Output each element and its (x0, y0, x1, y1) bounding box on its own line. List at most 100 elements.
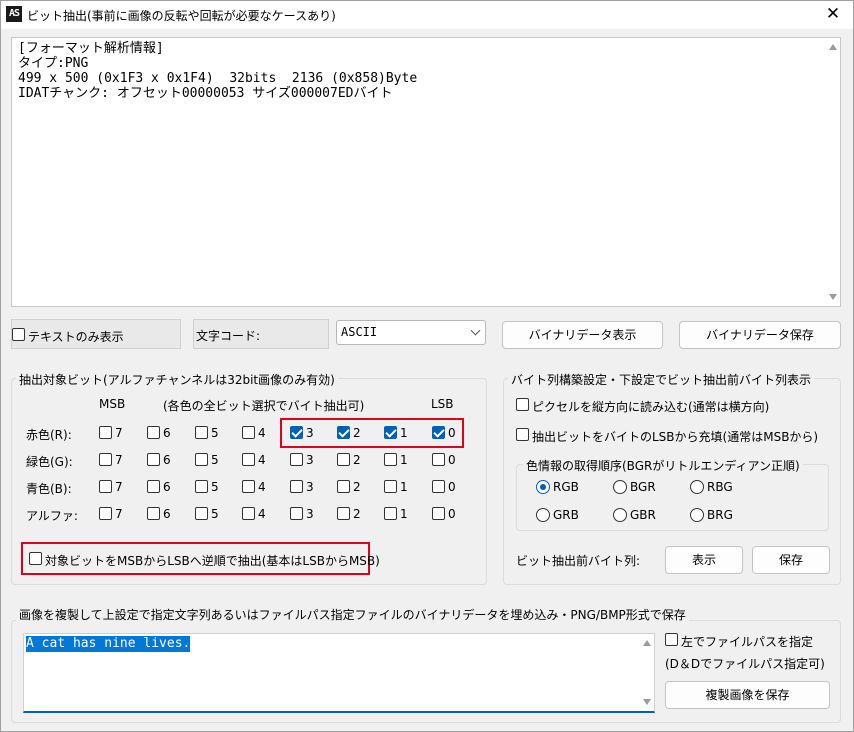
bit-check[interactable] (195, 480, 208, 493)
bit-check[interactable] (290, 453, 303, 466)
bit-check[interactable] (242, 453, 255, 466)
byte-settings-title: バイト列構築設定・下設定でビット抽出前バイト列表示 (508, 371, 815, 388)
binary-save-button[interactable]: バイナリデータ保存 (679, 321, 841, 349)
bit-check[interactable] (242, 480, 255, 493)
bit-label: 4 (258, 507, 266, 521)
radio-button[interactable] (536, 480, 550, 494)
bit-check[interactable] (242, 507, 255, 520)
bit-check[interactable] (99, 507, 112, 520)
scroll-up-icon[interactable] (829, 44, 837, 50)
bit-label: 3 (306, 480, 314, 494)
bit-check[interactable] (384, 480, 397, 493)
save-copy-image-button[interactable]: 複製画像を保存 (665, 681, 830, 709)
scroll-down-icon[interactable] (829, 294, 837, 300)
vertical-read-check[interactable] (516, 398, 529, 411)
char-code-select[interactable]: ASCII (336, 320, 486, 345)
bit-check[interactable] (147, 453, 160, 466)
extract-hint: (各色の全ビット選択でバイト抽出可) (163, 399, 365, 413)
char-code-label: 文字コード: (196, 329, 261, 343)
bit-label: 2 (353, 453, 361, 467)
bit-check[interactable] (99, 480, 112, 493)
bit-check[interactable] (337, 480, 350, 493)
bit-check[interactable] (384, 453, 397, 466)
text-only-panel: テキストのみ表示 (11, 319, 181, 349)
bit-label: 1 (400, 507, 408, 521)
radio-button[interactable] (613, 480, 627, 494)
bit-check[interactable] (384, 507, 397, 520)
bit-check[interactable] (195, 426, 208, 439)
radio-button[interactable] (613, 508, 627, 522)
scroll-up-icon[interactable] (643, 640, 651, 646)
pre-extract-save-button[interactable]: 保存 (752, 546, 830, 574)
bit-check[interactable] (147, 426, 160, 439)
bit-check[interactable] (432, 507, 445, 520)
text-only-check[interactable] (12, 328, 25, 341)
char-code-value: ASCII (341, 325, 378, 339)
bit-label: 3 (306, 453, 314, 467)
bit-label: 7 (115, 507, 123, 521)
vertical-read-label: ピクセルを縦方向に読み込む(通常は横方向) (532, 400, 770, 414)
bit-label: 2 (353, 480, 361, 494)
info-scrollbar[interactable] (825, 38, 840, 306)
chevron-down-icon (470, 325, 481, 336)
radio-label: RBG (707, 480, 733, 494)
embed-text-input[interactable]: A cat has nine lives. (23, 633, 655, 713)
row-label-green: 緑色(G): (26, 455, 73, 469)
embed-scrollbar[interactable] (639, 634, 654, 711)
info-line-header: [フォーマット解析情報] (18, 41, 164, 56)
bit-label: 6 (163, 426, 171, 440)
title-bar[interactable]: AS ビット抽出(事前に画像の反転や回転が必要なケースあり) ✕ (1, 1, 853, 29)
filepath-label: 左でファイルパスを指定 (681, 635, 814, 649)
bit-check[interactable] (337, 507, 350, 520)
bit-label: 5 (211, 480, 219, 494)
radio-button[interactable] (690, 508, 704, 522)
bit-check[interactable] (432, 453, 445, 466)
bit-check[interactable] (147, 507, 160, 520)
info-line-size: 499 x 500 (0x1F3 x 0x1F4) 32bits 2136 (0… (18, 71, 418, 86)
extract-bits-title: 抽出対象ビット(アルファチャンネルは32bit画像のみ有効) (16, 371, 338, 388)
color-order-title: 色情報の取得順序(BGRがリトルエンディアン正順) (523, 457, 803, 474)
bit-label: 0 (448, 507, 456, 521)
reverse-order-check[interactable] (29, 552, 42, 565)
info-line-idat: IDATチャンク: オフセット00000053 サイズ000007EDバイト (18, 86, 393, 101)
bit-label: 3 (306, 507, 314, 521)
bit-check[interactable] (432, 480, 445, 493)
pre-extract-label: ビット抽出前バイト列: (516, 554, 641, 568)
lsb-label: LSB (431, 397, 454, 411)
msb-label: MSB (99, 397, 126, 411)
embed-title: 画像を複製して上設定で指定文字列あるいはファイルパス指定ファイルのバイナリデータ… (16, 606, 689, 623)
bit-check[interactable] (99, 453, 112, 466)
dnd-note: (D＆Dでファイルパス指定可) (665, 657, 825, 671)
radio-label: RGB (553, 480, 579, 494)
close-button[interactable]: ✕ (821, 3, 845, 25)
radio-button[interactable] (536, 508, 550, 522)
bit-check[interactable] (290, 480, 303, 493)
radio-label: BRG (707, 508, 733, 522)
text-only-label: テキストのみ表示 (28, 330, 124, 344)
scroll-down-icon[interactable] (643, 699, 651, 705)
radio-label: BGR (630, 480, 656, 494)
radio-label: GRB (553, 508, 579, 522)
pre-extract-show-button[interactable]: 表示 (665, 546, 743, 574)
bit-label: 6 (163, 480, 171, 494)
bit-check[interactable] (99, 426, 112, 439)
lsb-fill-check[interactable] (516, 428, 529, 441)
bit-label: 4 (258, 453, 266, 467)
bit-check[interactable] (195, 507, 208, 520)
binary-show-button[interactable]: バイナリデータ表示 (502, 321, 663, 349)
format-info-textarea[interactable]: [フォーマット解析情報] タイプ:PNG 499 x 500 (0x1F3 x 0x… (11, 37, 841, 307)
selected-bits-highlight (280, 418, 464, 448)
embed-text-value: A cat has nine lives. (26, 636, 191, 652)
info-line-type: タイプ:PNG (18, 56, 89, 71)
bit-check[interactable] (290, 507, 303, 520)
bit-check[interactable] (242, 426, 255, 439)
filepath-check[interactable] (665, 633, 678, 646)
bit-check[interactable] (147, 480, 160, 493)
bit-label: 6 (163, 507, 171, 521)
reverse-order-label: 対象ビットをMSBからLSBへ逆順で抽出(基本はLSBからMSB) (45, 554, 380, 568)
bit-check[interactable] (337, 453, 350, 466)
bit-label: 5 (211, 507, 219, 521)
radio-button[interactable] (690, 480, 704, 494)
bit-label: 7 (115, 453, 123, 467)
bit-check[interactable] (195, 453, 208, 466)
